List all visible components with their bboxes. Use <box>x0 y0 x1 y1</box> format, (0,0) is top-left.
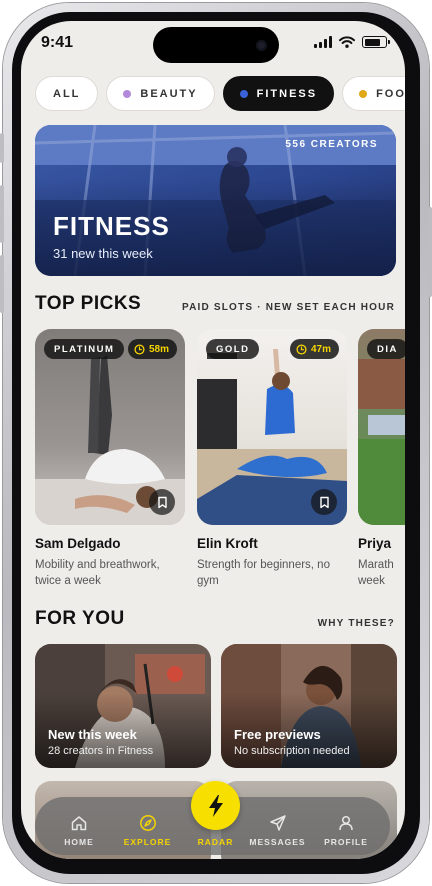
tier-badge: GOLD <box>206 339 260 359</box>
chip-label: ALL <box>53 87 81 100</box>
why-these-link[interactable]: WHY THESE? <box>318 618 395 629</box>
pick-photo: PLATINUM 58m <box>35 329 185 525</box>
radar-label: RADAR <box>197 837 234 847</box>
pick-card[interactable]: PLATINUM 58m Sam Delgado Mobility and br… <box>35 329 185 589</box>
hero-title: FITNESS <box>53 211 170 241</box>
signal-icon <box>314 36 332 48</box>
status-icons <box>314 36 390 48</box>
category-hero-banner[interactable]: 556 CREATORS FITNESS 31 new this week <box>35 125 396 276</box>
tab-home[interactable]: HOME <box>51 814 107 847</box>
tab-label: PROFILE <box>324 837 368 847</box>
timer-badge: 58m <box>127 339 177 359</box>
top-picks-meta: PAID SLOTS · NEW SET EACH HOUR <box>181 302 395 313</box>
pick-card[interactable]: GOLD 47m Elin Kroft Strength for beginne… <box>197 329 347 589</box>
bookmark-icon <box>157 496 167 508</box>
chip-label: BEAUTY <box>140 87 198 100</box>
creator-count: 556 CREATORS <box>285 139 378 150</box>
beauty-dot-icon <box>123 89 132 98</box>
creator-name: Priya <box>358 536 392 551</box>
category-chips: ALL BEAUTY FITNESS FOOD <box>35 76 405 111</box>
send-icon <box>269 815 286 831</box>
chip-fitness[interactable]: FITNESS <box>222 76 335 111</box>
tier-badge: DIA <box>367 339 405 359</box>
chip-label: FOOD <box>376 87 405 100</box>
timer-badge: 47m <box>289 339 339 359</box>
chip-food[interactable]: FOOD <box>342 76 405 111</box>
for-you-title: FOR YOU <box>35 608 125 629</box>
chip-all[interactable]: ALL <box>35 76 99 111</box>
lightning-icon <box>208 794 223 817</box>
creator-name: Sam Delgado <box>35 536 121 551</box>
battery-icon <box>362 36 390 48</box>
pick-card[interactable]: DIA Priya Marath week <box>358 329 405 609</box>
compass-icon <box>139 815 156 831</box>
hero-subtitle: 31 new this week <box>53 246 153 261</box>
pick-photo: DIA <box>358 329 405 525</box>
bookmark-button[interactable] <box>149 489 175 515</box>
chip-beauty[interactable]: BEAUTY <box>106 76 215 111</box>
home-icon <box>71 816 87 831</box>
creator-description: Marath week <box>358 559 394 587</box>
tab-label: EXPLORE <box>123 837 172 847</box>
top-picks-title: TOP PICKS <box>35 293 142 314</box>
creator-description: Strength for beginners, no gym <box>197 559 330 587</box>
card-title: New this week <box>48 727 137 742</box>
timer-value: 47m <box>310 343 331 355</box>
tab-label: HOME <box>64 837 94 847</box>
for-you-card-new[interactable]: New this week 28 creators in Fitness <box>35 644 211 768</box>
chip-label: FITNESS <box>256 87 318 100</box>
creator-name: Elin Kroft <box>197 536 258 551</box>
bookmark-icon <box>319 496 329 508</box>
card-subtitle: No subscription needed <box>234 745 350 757</box>
fitness-dot-icon <box>239 89 248 98</box>
for-you-card-free[interactable]: Free previews No subscription needed <box>221 644 397 768</box>
card-subtitle: 28 creators in Fitness <box>48 745 154 757</box>
timer-value: 58m <box>148 343 169 355</box>
tier-badge: PLATINUM <box>44 339 125 359</box>
creator-description: Mobility and breathwork, twice a week <box>35 559 160 587</box>
pick-photo: GOLD 47m <box>197 329 347 525</box>
camera-icon <box>256 40 267 51</box>
screen: 9:41 ALL BEAUTY FITNESS FOOD <box>21 21 405 859</box>
bookmark-button[interactable] <box>311 489 337 515</box>
tab-explore[interactable]: EXPLORE <box>120 814 176 847</box>
clock-icon <box>134 343 145 355</box>
food-dot-icon <box>359 89 368 98</box>
radar-button[interactable] <box>191 781 240 830</box>
status-time: 9:41 <box>41 34 74 51</box>
clock-icon <box>296 343 307 355</box>
tab-profile[interactable]: PROFILE <box>318 814 374 847</box>
tab-messages[interactable]: MESSAGES <box>249 814 306 847</box>
profile-icon <box>339 815 353 831</box>
card-title: Free previews <box>234 727 321 742</box>
wifi-icon <box>339 36 355 48</box>
tab-label: MESSAGES <box>249 837 306 847</box>
